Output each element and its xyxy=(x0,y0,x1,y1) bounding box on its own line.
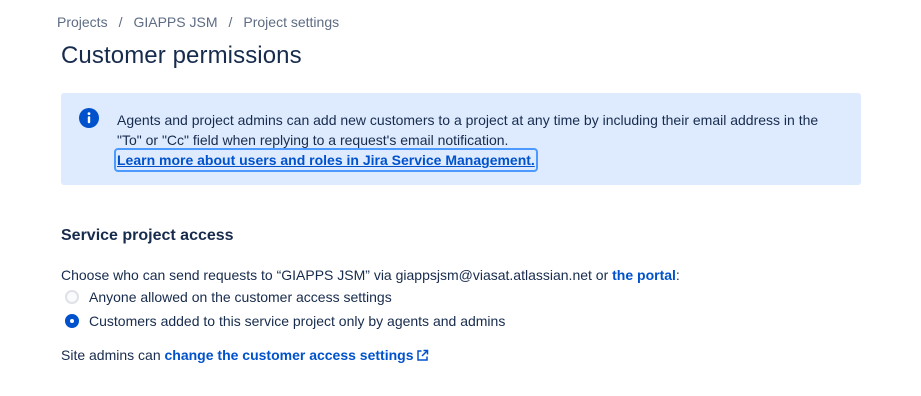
access-description-text: Choose who can send requests to “GIAPPS … xyxy=(61,267,613,283)
change-customer-access-link[interactable]: change the customer access settings xyxy=(165,347,414,363)
breadcrumb-separator: / xyxy=(118,14,123,30)
radio-label: Anyone allowed on the customer access se… xyxy=(89,289,392,305)
info-panel: Agents and project admins can add new cu… xyxy=(61,93,861,185)
radio-label: Customers added to this service project … xyxy=(89,313,506,329)
breadcrumb-separator: / xyxy=(228,14,233,30)
external-link-icon[interactable] xyxy=(416,349,429,362)
breadcrumb: Projects / GIAPPS JSM / Project settings xyxy=(57,14,339,30)
site-admins-text: Site admins can xyxy=(61,347,161,363)
access-description-suffix: : xyxy=(675,267,680,283)
info-icon xyxy=(79,108,99,128)
learn-more-link[interactable]: Learn more about users and roles in Jira… xyxy=(114,148,538,172)
breadcrumb-item-project-settings[interactable]: Project settings xyxy=(243,14,339,30)
radio-button-unchecked[interactable] xyxy=(65,290,79,304)
breadcrumb-item-project[interactable]: GIAPPS JSM xyxy=(133,14,217,30)
info-message-text: Agents and project admins can add new cu… xyxy=(117,112,819,148)
portal-link[interactable]: the portal xyxy=(612,267,676,283)
access-description: Choose who can send requests to “GIAPPS … xyxy=(61,267,680,283)
radio-option-anyone[interactable]: Anyone allowed on the customer access se… xyxy=(65,289,392,305)
info-message: Agents and project admins can add new cu… xyxy=(114,110,842,172)
site-admins-note: Site admins can change the customer acce… xyxy=(61,347,429,363)
section-title-service-access: Service project access xyxy=(61,227,234,244)
radio-option-customers-added[interactable]: Customers added to this service project … xyxy=(65,313,505,329)
page-title: Customer permissions xyxy=(61,42,302,69)
radio-button-checked[interactable] xyxy=(65,314,79,328)
breadcrumb-item-projects[interactable]: Projects xyxy=(57,14,108,30)
